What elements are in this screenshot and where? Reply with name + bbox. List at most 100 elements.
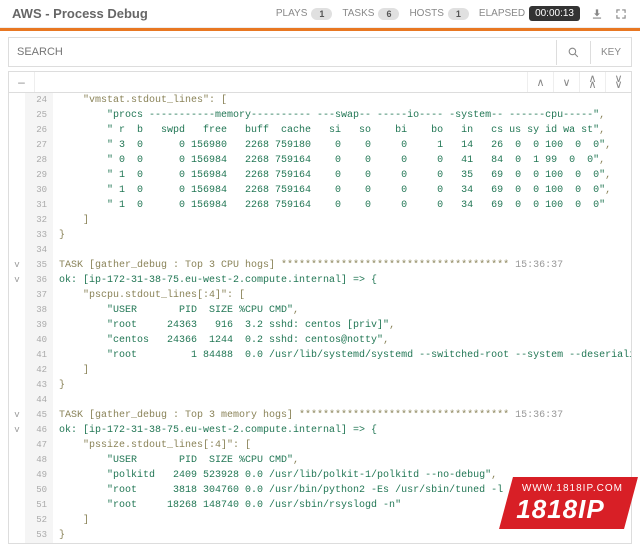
line-content: ok: [ip-172-31-38-75.eu-west-2.compute.i… [53,273,631,288]
output-line: 40 "centos 24366 1244 0.2 sshd: centos@n… [9,333,631,348]
output-line: 24 "vmstat.stdout_lines": [ [9,93,631,108]
search-button[interactable] [556,40,590,65]
output-line: 39 "root 24363 916 3.2 sshd: centos [pri… [9,318,631,333]
stat-hosts: HOSTS 1 [409,8,468,20]
output-line: 37 "pscpu.stdout_lines[:4]": [ [9,288,631,303]
output-toolbar: – ∧ ∨ ∧∧ ∨∨ [8,71,632,93]
stat-elapsed: ELAPSED 00:00:13 [479,6,580,21]
watermark: WWW.1818IP.COM 1818IP [499,477,638,529]
line-number: 37 [25,288,53,303]
output-line: 48 "USER PID SIZE %CPU CMD", [9,453,631,468]
line-content: " 3 0 0 156980 2268 759180 0 0 0 1 14 26… [53,138,631,153]
output-line: 43} [9,378,631,393]
line-content: " 1 0 0 156984 2268 759164 0 0 0 0 35 69… [53,168,631,183]
line-number: 25 [25,108,53,123]
line-content: " 1 0 0 156984 2268 759164 0 0 0 0 34 69… [53,198,631,213]
fold-gutter[interactable]: v [9,423,25,438]
output-line: 33} [9,228,631,243]
output-line: 34 [9,243,631,258]
line-content: "procs -----------memory---------- ---sw… [53,108,631,123]
jump-bottom-icon[interactable]: ∨∨ [605,72,631,92]
scroll-down-icon[interactable]: ∨ [553,72,579,92]
output-line: 26 " r b swpd free buff cache si so bi b… [9,123,631,138]
line-content: "root 1 84488 0.0 /usr/lib/systemd/syste… [53,348,631,363]
output-line: 27 " 3 0 0 156980 2268 759180 0 0 0 1 14… [9,138,631,153]
download-icon[interactable] [590,7,604,21]
output-line: 38 "USER PID SIZE %CPU CMD", [9,303,631,318]
output-line: v35TASK [gather_debug : Top 3 CPU hogs] … [9,258,631,273]
line-content: "USER PID SIZE %CPU CMD", [53,303,631,318]
output-line: 28 " 0 0 0 156984 2268 759164 0 0 0 0 41… [9,153,631,168]
line-content: "root 24363 916 3.2 sshd: centos [priv]"… [53,318,631,333]
fold-gutter[interactable]: v [9,273,25,288]
line-number: 34 [25,243,53,258]
elapsed-value: 00:00:13 [529,6,580,21]
line-content: "pscpu.stdout_lines[:4]": [ [53,288,631,303]
line-number: 24 [25,93,53,108]
line-number: 48 [25,453,53,468]
fold-gutter[interactable]: v [9,258,25,273]
line-number: 51 [25,498,53,513]
line-content: "USER PID SIZE %CPU CMD", [53,453,631,468]
page-title: AWS - Process Debug [12,6,276,21]
line-number: 33 [25,228,53,243]
line-number: 26 [25,123,53,138]
collapse-button[interactable]: – [9,72,35,92]
jump-top-icon[interactable]: ∧∧ [579,72,605,92]
stat-tasks: TASKS 6 [342,8,399,20]
output-line: 25 "procs -----------memory---------- --… [9,108,631,123]
line-content: TASK [gather_debug : Top 3 memory hogs] … [53,408,631,423]
line-number: 45 [25,408,53,423]
line-number: 30 [25,183,53,198]
line-number: 43 [25,378,53,393]
line-number: 44 [25,393,53,408]
line-number: 35 [25,258,53,273]
line-number: 53 [25,528,53,543]
line-content: TASK [gather_debug : Top 3 CPU hogs] ***… [53,258,631,273]
output-line: v36ok: [ip-172-31-38-75.eu-west-2.comput… [9,273,631,288]
line-content: } [53,228,631,243]
line-content: "vmstat.stdout_lines": [ [53,93,631,108]
output-line: 42 ] [9,363,631,378]
fold-gutter[interactable]: v [9,408,25,423]
hosts-count: 1 [448,8,469,20]
line-number: 38 [25,303,53,318]
line-content: "centos 24366 1244 0.2 sshd: centos@nott… [53,333,631,348]
line-content: } [53,378,631,393]
tasks-count: 6 [378,8,399,20]
search-input[interactable] [9,38,556,66]
line-content: ] [53,363,631,378]
output-line: v45TASK [gather_debug : Top 3 memory hog… [9,408,631,423]
line-number: 47 [25,438,53,453]
scroll-up-icon[interactable]: ∧ [527,72,553,92]
line-number: 31 [25,198,53,213]
line-number: 32 [25,213,53,228]
line-number: 28 [25,153,53,168]
line-content: "pssize.stdout_lines[:4]": [ [53,438,631,453]
key-button[interactable]: KEY [590,41,631,64]
line-number: 27 [25,138,53,153]
line-content: ] [53,213,631,228]
output-line: 32 ] [9,213,631,228]
stats-bar: PLAYS 1 TASKS 6 HOSTS 1 ELAPSED 00:00:13 [276,6,628,21]
output-line: v46ok: [ip-172-31-38-75.eu-west-2.comput… [9,423,631,438]
line-number: 50 [25,483,53,498]
output-line: 30 " 1 0 0 156984 2268 759164 0 0 0 0 34… [9,183,631,198]
output-line: 31 " 1 0 0 156984 2268 759164 0 0 0 0 34… [9,198,631,213]
output-line: 53} [9,528,631,543]
plays-count: 1 [311,8,332,20]
line-number: 29 [25,168,53,183]
line-number: 52 [25,513,53,528]
line-number: 40 [25,333,53,348]
line-number: 41 [25,348,53,363]
line-number: 46 [25,423,53,438]
line-content: " 1 0 0 156984 2268 759164 0 0 0 0 34 69… [53,183,631,198]
output-pane[interactable]: 24 "vmstat.stdout_lines": [25 "procs ---… [8,93,632,544]
line-content: " 0 0 0 156984 2268 759164 0 0 0 0 41 84… [53,153,631,168]
line-number: 49 [25,468,53,483]
output-line: 41 "root 1 84488 0.0 /usr/lib/systemd/sy… [9,348,631,363]
expand-icon[interactable] [614,7,628,21]
line-number: 42 [25,363,53,378]
output-line: 47 "pssize.stdout_lines[:4]": [ [9,438,631,453]
search-bar: KEY [8,37,632,67]
